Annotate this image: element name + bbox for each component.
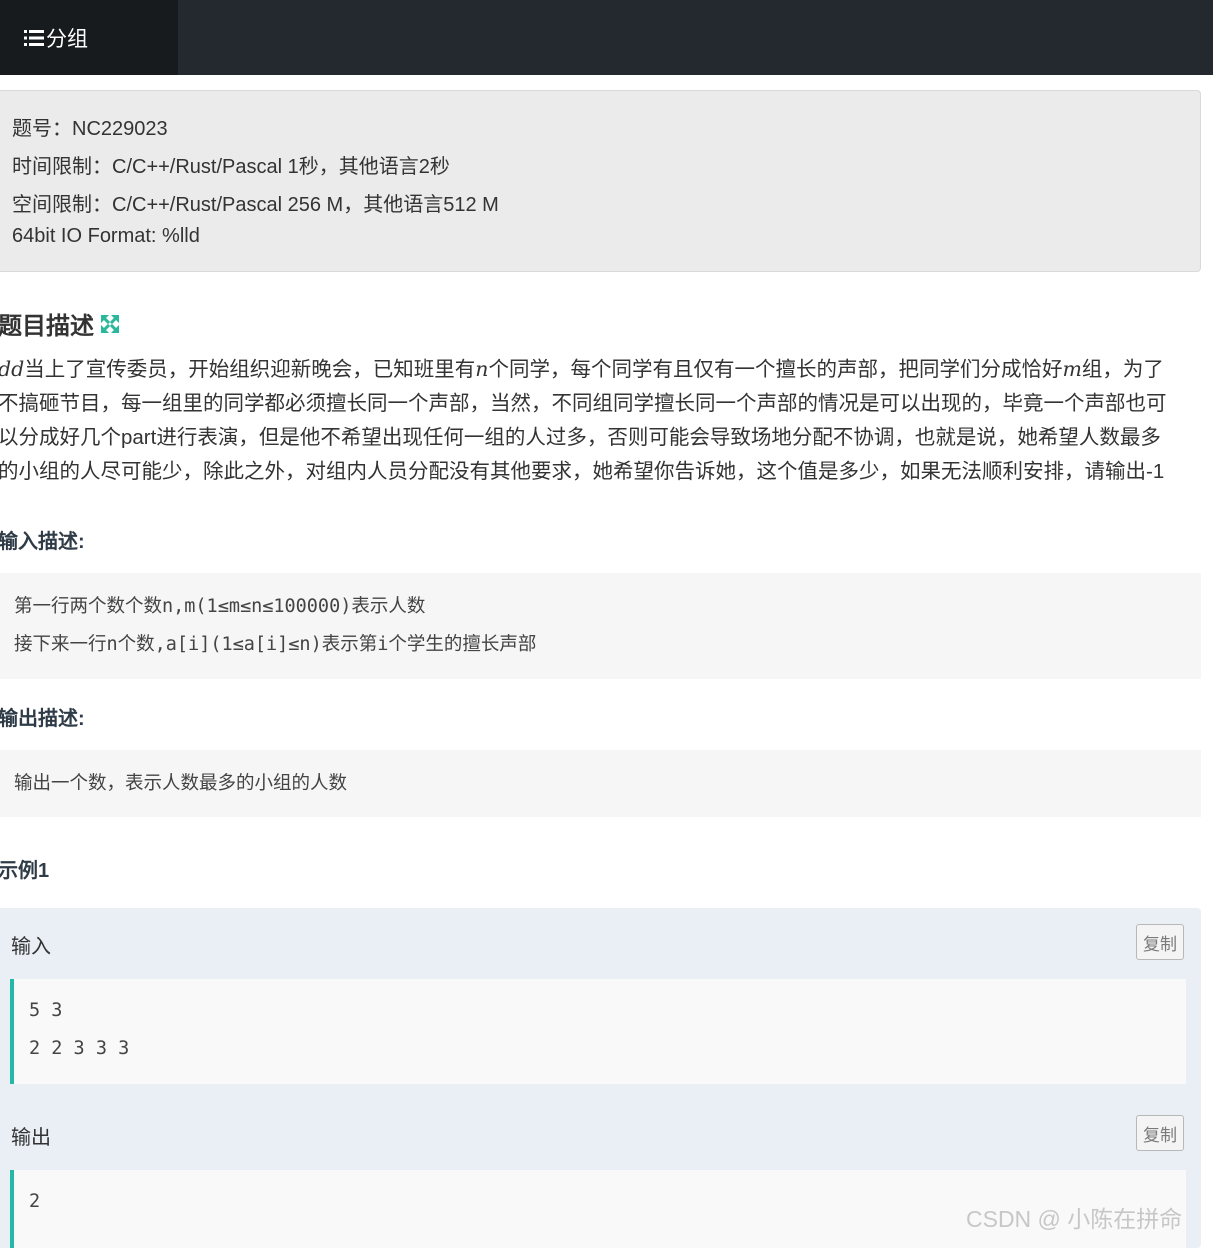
description-title: 题目描述 [0,313,94,340]
output-description-line: 输出一个数，表示人数最多的小组的人数 [14,773,348,794]
expand-icon[interactable] [100,314,120,334]
tab-label: 分组 [46,27,88,51]
io-format: 64bit IO Format: %lld [12,225,200,247]
example-output-label: 输出 [11,1127,51,1149]
var-dd: dd [0,357,25,381]
code-line: 5 3 [29,1000,63,1021]
example-panel: 输入 复制 5 3 2 2 3 3 3 输出 复制 2 [0,908,1201,1248]
input-description-title: 输入描述: [0,531,85,553]
description-text: 个同学，每个同学有且仅有一个擅长的声部，把同学们分成恰好 [488,358,1063,381]
description-text: 当上了宣传委员，开始组织迎新晚会，已知班里有 [24,358,476,381]
problem-id: 题号：NC229023 [12,118,168,140]
var-n: n [475,357,489,381]
code-line: 2 2 3 3 3 [29,1038,130,1059]
description-text: 组，为了 [1081,358,1164,381]
copy-input-button[interactable]: 复制 [1136,924,1184,960]
description-line-3: 以分成好几个part进行表演，但是他不希望出现任何一组的人过多，否则可能会导致场… [0,426,1161,449]
output-description-block: 输出一个数，表示人数最多的小组的人数 [0,750,1201,817]
tab-grouping[interactable]: 分组 [0,0,178,75]
example-title: 示例1 [0,860,50,882]
description-heading: 题目描述 [0,306,120,341]
example-input-label: 输入 [11,936,51,958]
list-icon [24,29,44,46]
csdn-watermark: CSDN @ 小陈在拼命 [966,1206,1183,1232]
var-m: m [1062,357,1082,381]
top-navbar: 分组 [0,0,1213,75]
description-line-4: 的小组的人尽可能少，除此之外，对组内人员分配没有其他要求，她希望你告诉她，这个值… [0,460,1165,483]
time-limit: 时间限制：C/C++/Rust/Pascal 1秒，其他语言2秒 [12,156,450,178]
description-line-1: dd当上了宣传委员，开始组织迎新晚会，已知班里有n个同学，每个同学有且仅有一个擅… [0,352,1208,387]
problem-info-panel: 题号：NC229023 时间限制：C/C++/Rust/Pascal 1秒，其他… [0,90,1201,272]
input-description-line: 接下来一行n个数,a[i](1≤a[i]≤n)表示第i个学生的擅长声部 [14,634,537,655]
memory-limit: 空间限制：C/C++/Rust/Pascal 256 M，其他语言512 M [12,194,499,216]
copy-output-button[interactable]: 复制 [1136,1115,1184,1151]
output-description-title: 输出描述: [0,708,85,730]
example-input-code[interactable]: 5 3 2 2 3 3 3 [10,979,1186,1084]
problem-description: dd当上了宣传委员，开始组织迎新晚会，已知班里有n个同学，每个同学有且仅有一个擅… [0,352,1208,489]
input-description-block: 第一行两个数个数n,m(1≤m≤n≤100000)表示人数 接下来一行n个数,a… [0,573,1201,679]
input-description-line: 第一行两个数个数n,m(1≤m≤n≤100000)表示人数 [14,596,426,617]
code-line: 2 [29,1191,41,1212]
description-line-2: 不搞砸节目，每一组里的同学都必须擅长同一个声部，当然，不同组同学擅长同一个声部的… [0,392,1167,415]
